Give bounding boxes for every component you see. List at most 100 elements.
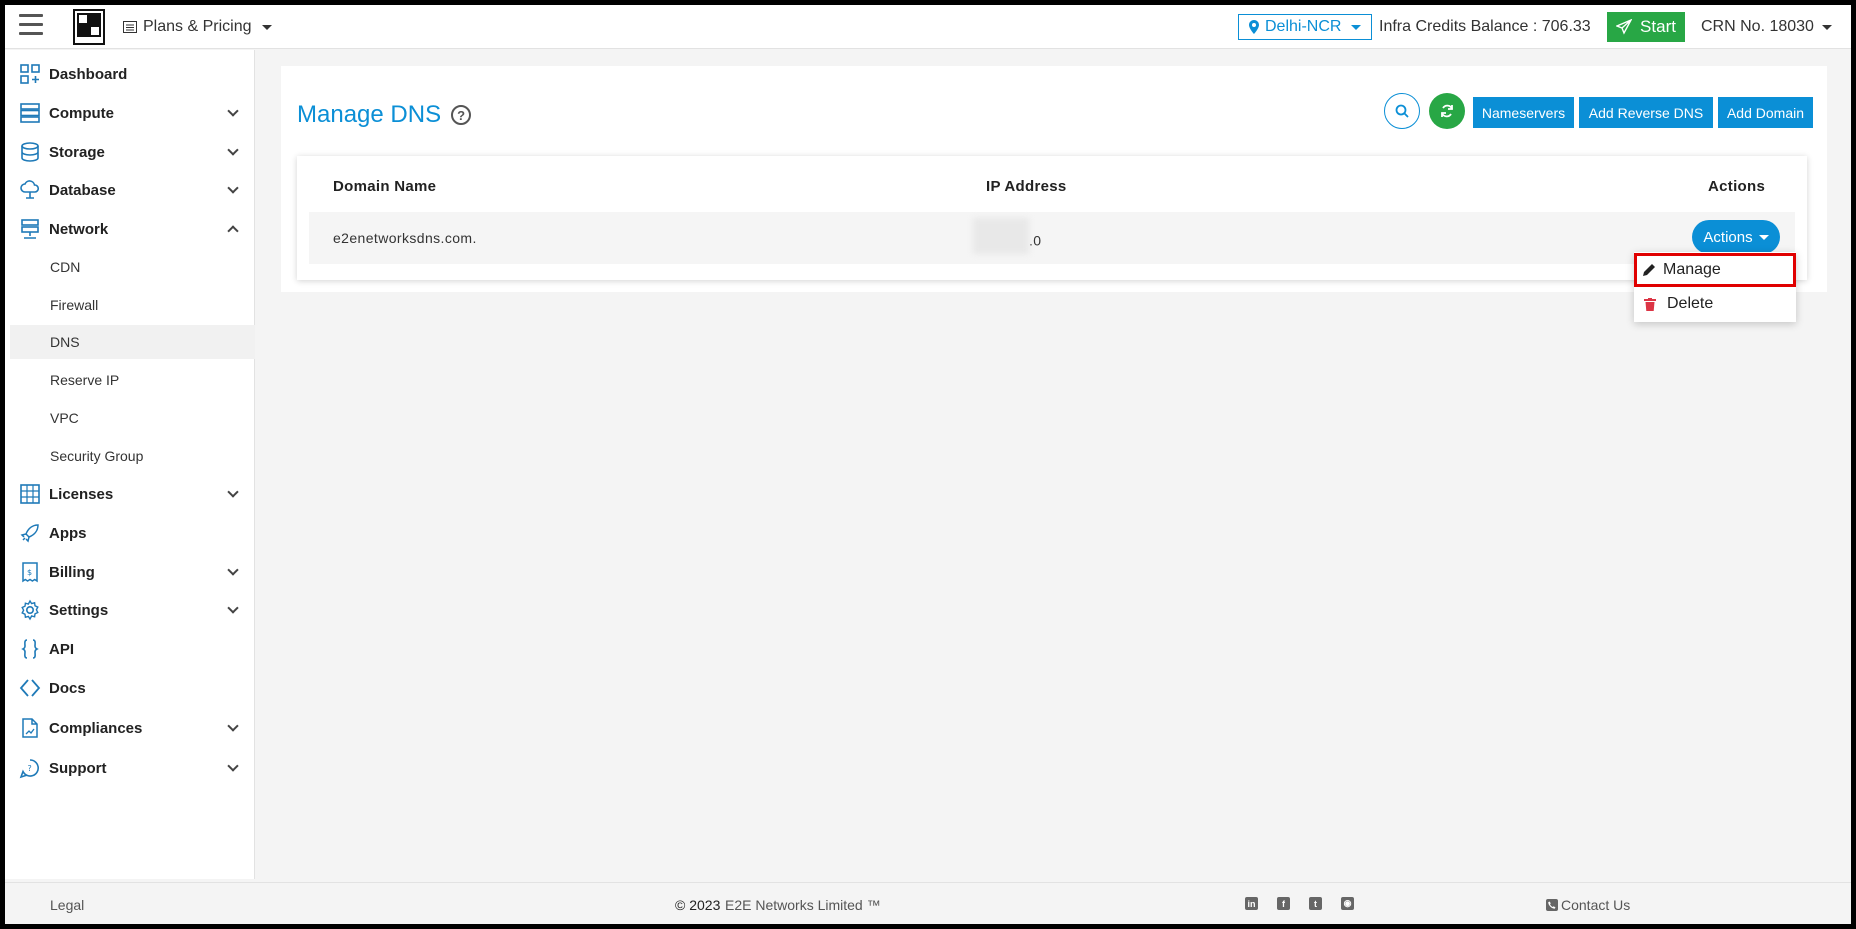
svg-text:$: $	[27, 568, 32, 577]
legal-link[interactable]: Legal	[50, 897, 84, 913]
actions-dropdown-menu: Manage Delete	[1634, 252, 1796, 322]
sidebar-subitem-cdn[interactable]: CDN	[10, 250, 255, 284]
chevron-down-icon	[227, 182, 239, 194]
sidebar-subitem-label: Firewall	[50, 297, 99, 313]
sidebar-item-storage[interactable]: Storage	[5, 135, 255, 169]
sidebar-item-apps[interactable]: Apps	[5, 516, 255, 550]
redacted-ip-blur	[973, 218, 1029, 254]
crn-menu[interactable]: CRN No. 18030	[1701, 18, 1832, 36]
sidebar-item-label: Apps	[49, 524, 87, 542]
refresh-icon	[1441, 104, 1453, 118]
dashboard-icon	[20, 64, 40, 84]
sidebar-item-label: API	[49, 640, 75, 658]
chevron-down-icon	[227, 486, 239, 498]
paper-plane-icon	[1616, 19, 1633, 35]
sidebar-item-label: Docs	[49, 679, 86, 697]
braces-icon	[21, 639, 39, 659]
sidebar: Dashboard Compute Storage Database Netwo…	[5, 50, 255, 879]
network-icon	[21, 219, 39, 239]
caret-down-icon	[1758, 234, 1769, 240]
sidebar-subitem-firewall[interactable]: Firewall	[10, 288, 255, 322]
column-header-actions: Actions	[1708, 178, 1766, 195]
infra-credits-balance: Infra Credits Balance : 706.33	[1379, 18, 1591, 35]
sidebar-subitem-label: VPC	[50, 410, 79, 426]
ip-address-cell: .0	[973, 218, 1042, 254]
phone-icon	[1546, 899, 1558, 911]
linkedin-icon[interactable]: in	[1245, 897, 1258, 910]
sidebar-item-billing[interactable]: $ Billing	[5, 555, 255, 589]
region-selector[interactable]: Delhi-NCR	[1238, 14, 1373, 40]
chevron-down-icon	[227, 760, 239, 772]
refresh-button[interactable]	[1429, 93, 1465, 129]
billing-icon: $	[22, 562, 38, 583]
crn-label: CRN No. 18030	[1701, 18, 1814, 35]
search-button[interactable]	[1384, 93, 1420, 129]
copyright-text: © 2023	[675, 897, 721, 913]
sidebar-subitem-label: CDN	[50, 259, 81, 275]
sidebar-subitem-security-group[interactable]: Security Group	[10, 439, 255, 473]
domain-name-cell: e2enetworksdns.com.	[333, 230, 477, 246]
row-actions-button[interactable]: Actions	[1692, 220, 1780, 254]
footer: Legal © 2023 E2E Networks Limited ™ in f…	[5, 882, 1851, 924]
sidebar-item-api[interactable]: API	[5, 632, 255, 666]
sidebar-item-database[interactable]: Database	[5, 173, 255, 207]
sidebar-item-label: Compliances	[49, 719, 143, 737]
manage-menu-item[interactable]: Manage	[1634, 253, 1796, 287]
company-link[interactable]: E2E Networks Limited ™	[725, 897, 881, 913]
sidebar-item-dashboard[interactable]: Dashboard	[5, 57, 255, 91]
start-label: Start	[1640, 17, 1676, 36]
sidebar-item-network[interactable]: Network	[5, 212, 255, 246]
gear-icon	[21, 599, 39, 621]
ip-suffix: .0	[1029, 232, 1042, 249]
rss-icon[interactable]: ◉	[1341, 897, 1354, 910]
database-icon	[21, 142, 39, 162]
list-icon	[123, 21, 137, 33]
chevron-down-icon	[227, 105, 239, 117]
trash-icon	[1644, 297, 1656, 311]
caret-down-icon	[1821, 24, 1832, 30]
chevron-down-icon	[227, 144, 239, 156]
hamburger-menu-icon[interactable]	[19, 14, 43, 38]
rocket-icon	[20, 524, 39, 543]
chevron-up-icon	[227, 225, 239, 237]
add-domain-button[interactable]: Add Domain	[1718, 97, 1813, 128]
sidebar-item-label: Compute	[49, 104, 114, 122]
help-icon[interactable]: ?	[451, 105, 472, 125]
delete-menu-item[interactable]: Delete	[1634, 287, 1796, 321]
column-header-ip: IP Address	[986, 178, 1067, 195]
code-icon	[19, 679, 41, 697]
dns-table: Domain Name IP Address Actions e2enetwor…	[297, 156, 1807, 280]
sidebar-subitem-label: Security Group	[50, 448, 144, 464]
sidebar-item-settings[interactable]: Settings	[5, 593, 255, 627]
start-button[interactable]: Start	[1607, 12, 1685, 42]
map-marker-icon	[1249, 20, 1259, 34]
table-row: e2enetworksdns.com. .0 Actions	[309, 212, 1795, 264]
sidebar-subitem-dns[interactable]: DNS	[10, 325, 255, 359]
add-reverse-dns-button[interactable]: Add Reverse DNS	[1579, 97, 1713, 128]
sidebar-subitem-reserve-ip[interactable]: Reserve IP	[10, 363, 255, 397]
sidebar-item-docs[interactable]: Docs	[5, 671, 255, 705]
pencil-icon	[1643, 264, 1655, 276]
e2e-logo[interactable]	[73, 9, 105, 45]
manage-dns-card: Manage DNS ? Nameservers Add Reverse DNS…	[281, 66, 1827, 292]
twitter-icon[interactable]: t	[1309, 897, 1322, 910]
sidebar-item-label: Support	[49, 759, 107, 777]
sidebar-item-label: Dashboard	[49, 65, 128, 83]
caret-down-icon	[261, 24, 272, 30]
sidebar-item-licenses[interactable]: Licenses	[5, 477, 255, 511]
chevron-down-icon	[227, 564, 239, 576]
grid-icon	[20, 484, 40, 504]
facebook-icon[interactable]: f	[1277, 897, 1290, 910]
sidebar-item-compute[interactable]: Compute	[5, 96, 255, 130]
sidebar-item-support[interactable]: ? Support	[5, 751, 255, 785]
nameservers-button[interactable]: Nameservers	[1473, 97, 1574, 128]
sidebar-item-compliances[interactable]: Compliances	[5, 711, 255, 745]
sidebar-item-label: Storage	[49, 143, 105, 161]
delete-label: Delete	[1667, 295, 1714, 312]
plans-pricing-label: Plans & Pricing	[143, 18, 252, 35]
sidebar-subitem-label: DNS	[50, 334, 80, 350]
plans-pricing-menu[interactable]: Plans & Pricing	[123, 18, 272, 36]
sidebar-subitem-vpc[interactable]: VPC	[10, 401, 255, 435]
app-frame: Plans & Pricing Delhi-NCR Infra Credits …	[5, 5, 1851, 924]
contact-us-link[interactable]: Contact Us	[1546, 897, 1630, 913]
